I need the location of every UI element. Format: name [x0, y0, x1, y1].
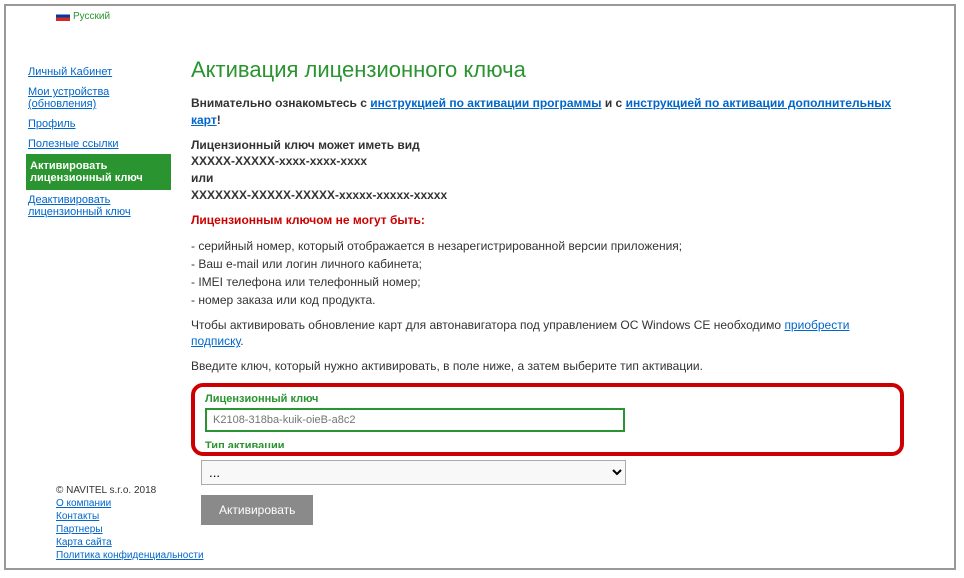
intro-text: Внимательно ознакомьтесь с инструкцией п…	[191, 95, 904, 129]
sidebar-item-links[interactable]: Полезные ссылки	[26, 134, 171, 154]
footer-link-contacts[interactable]: Контакты	[56, 510, 204, 523]
sidebar-item-deactivate[interactable]: Деактивировать лицензионный ключ	[26, 190, 171, 222]
notes: - серийный номер, который отображается в…	[191, 237, 904, 309]
flag-ru-icon	[56, 11, 70, 21]
main-content: Активация лицензионного ключа Внимательн…	[191, 57, 934, 525]
page-title: Активация лицензионного ключа	[191, 57, 904, 83]
ce-note: Чтобы активировать обновление карт для а…	[191, 317, 904, 351]
instruction-program-link[interactable]: инструкцией по активации программы	[370, 96, 601, 110]
footer-link-about[interactable]: О компании	[56, 497, 204, 510]
sidebar-item-profile[interactable]: Профиль	[26, 114, 171, 134]
sidebar-item-cabinet[interactable]: Личный Кабинет	[26, 62, 171, 82]
sidebar-item-devices[interactable]: Мои устройства (обновления)	[26, 82, 171, 114]
sidebar-item-activate[interactable]: Активировать лицензионный ключ	[26, 154, 171, 190]
type-label: Тип активации	[205, 440, 890, 448]
activate-button[interactable]: Активировать	[201, 495, 313, 525]
activation-type-select[interactable]: ...	[201, 460, 626, 485]
language-selector[interactable]: Русский	[56, 11, 954, 22]
footer-link-sitemap[interactable]: Карта сайта	[56, 536, 204, 549]
copyright: © NAVITEL s.r.o. 2018	[56, 485, 204, 496]
warning-heading: Лицензионным ключом не могут быть:	[191, 212, 904, 229]
highlighted-input-area: Лицензионный ключ Тип активации	[191, 383, 904, 456]
footer: © NAVITEL s.r.o. 2018 О компании Контакт…	[56, 485, 204, 562]
enter-instruction: Введите ключ, который нужно активировать…	[191, 358, 904, 375]
sidebar: Личный Кабинет Мои устройства (обновлени…	[26, 62, 171, 525]
format-block: Лицензионный ключ может иметь вид XXXXX-…	[191, 137, 904, 204]
footer-link-privacy[interactable]: Политика конфиденциальности	[56, 549, 204, 562]
license-key-input[interactable]	[205, 408, 625, 432]
footer-link-partners[interactable]: Партнеры	[56, 523, 204, 536]
key-label: Лицензионный ключ	[205, 393, 890, 405]
